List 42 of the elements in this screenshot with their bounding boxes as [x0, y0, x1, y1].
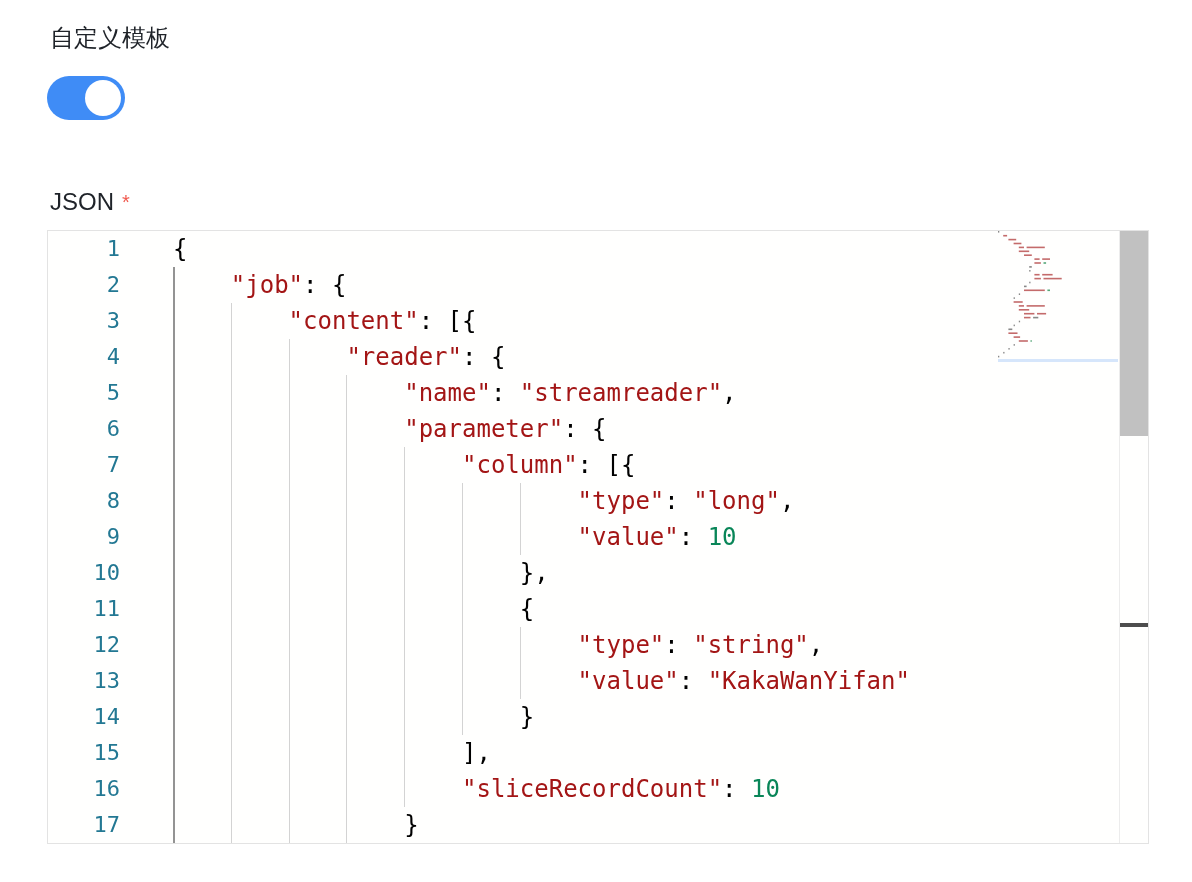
code-line: "type": "long",	[577, 487, 795, 515]
scrollbar-thumb[interactable]	[1120, 231, 1148, 436]
line-number: 17	[92, 811, 120, 839]
toggle-label: 自定义模板	[50, 23, 171, 53]
code-line: },	[519, 559, 549, 587]
code-line: "content": [{	[288, 307, 477, 335]
code-line: "column": [{	[462, 451, 636, 479]
code-line: "name": "streamreader",	[404, 379, 737, 407]
line-number: 9	[105, 523, 120, 551]
field-label: JSON	[50, 187, 114, 217]
code-line: }	[404, 811, 419, 839]
minimap-drawing[interactable]	[998, 231, 1118, 365]
line-number: 2	[105, 271, 120, 299]
line-number: 10	[92, 559, 120, 587]
code-line: }	[519, 703, 535, 731]
line-number: 6	[105, 415, 120, 443]
code-line: "parameter": {	[404, 415, 607, 443]
code-line: {	[519, 595, 535, 623]
scrollbar[interactable]	[1119, 231, 1148, 843]
line-number: 4	[105, 343, 120, 371]
code-line: ],	[462, 739, 491, 767]
line-number: 8	[105, 487, 120, 515]
code-line: "value": "KakaWanYifan"	[577, 667, 910, 695]
line-number: 12	[92, 631, 120, 659]
line-number: 3	[105, 307, 120, 335]
code-line: "value": 10	[577, 523, 737, 551]
required-mark: *	[122, 190, 130, 215]
toggle-switch[interactable]	[47, 76, 125, 120]
line-number: 15	[92, 739, 120, 767]
code-editor[interactable]	[47, 230, 1149, 844]
line-number: 5	[105, 379, 120, 407]
line-number: 14	[92, 703, 120, 731]
line-number: 7	[105, 451, 120, 479]
line-number: 13	[92, 667, 120, 695]
code-line: "sliceRecordCount": 10	[462, 775, 780, 803]
code-line: "job": {	[230, 271, 347, 299]
code-line: "type": "string",	[577, 631, 824, 659]
line-number: 11	[92, 595, 120, 623]
line-number: 1	[105, 235, 120, 263]
code-line: {	[173, 235, 188, 263]
code-line: "reader": {	[346, 343, 506, 371]
line-number: 16	[92, 775, 120, 803]
